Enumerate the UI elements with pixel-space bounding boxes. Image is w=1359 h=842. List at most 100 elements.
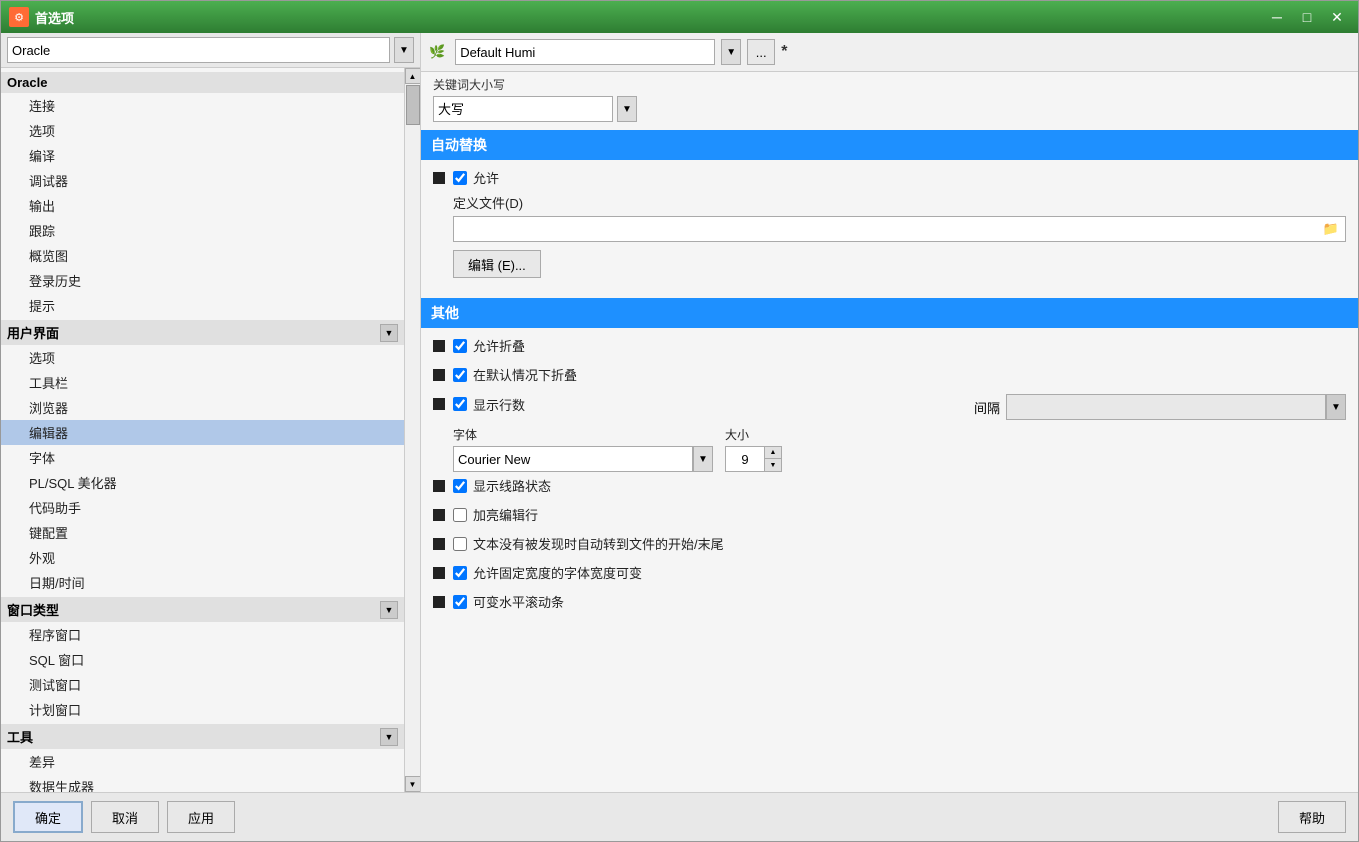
size-down-button[interactable]: ▼ [765,459,781,471]
allow-content: 允许 定义文件(D) 📁 编辑 (E)... [453,168,1346,286]
tree-item-overview[interactable]: 概览图 [1,243,404,268]
wintype-section-collapse[interactable]: ▼ [380,601,398,619]
tree-item-login-history[interactable]: 登录历史 [1,268,404,293]
tree-item-key-config[interactable]: 键配置 [1,520,404,545]
tree-item-debugger[interactable]: 调试器 [1,168,404,193]
scrollbar-checkbox[interactable] [453,595,467,609]
show-line-status-checkbox[interactable] [453,479,467,493]
scrollbar-row: 可变水平滚动条 [433,592,1346,617]
font-select-arrow[interactable]: ▼ [693,446,713,472]
tree-item-compile[interactable]: 编译 [1,143,404,168]
case-select-arrow[interactable]: ▼ [617,96,637,122]
minimize-button[interactable]: ─ [1264,7,1290,27]
size-input[interactable] [725,446,765,472]
highlight-edit-indicator [433,509,445,521]
show-lines-indicator [433,398,445,410]
window-title: 首选项 [35,8,1264,27]
ok-button[interactable]: 确定 [13,801,83,833]
tree-item-code-assistant[interactable]: 代码助手 [1,495,404,520]
tree-item-test-window[interactable]: 测试窗口 [1,672,404,697]
maximize-button[interactable]: □ [1294,7,1320,27]
def-file-input[interactable] [458,222,1321,237]
oracle-section-label: Oracle [7,75,47,90]
profile-dropdown-arrow[interactable]: ▼ [721,39,741,65]
tree-item-connect[interactable]: 连接 [1,93,404,118]
size-spinner: ▲ ▼ [725,446,782,472]
ui-section-collapse[interactable]: ▼ [380,324,398,342]
section-header-tools[interactable]: 工具 ▼ [1,724,404,749]
font-select[interactable]: Courier New [453,446,693,472]
main-content: Oracle ▼ Oracle 连接 选项 编译 调试器 [1,33,1358,792]
section-header-ui[interactable]: 用户界面 ▼ [1,320,404,345]
help-button[interactable]: 帮助 [1278,801,1346,833]
scrollbar-indicator [433,596,445,608]
file-browse-button[interactable]: 📁 [1321,219,1341,239]
scroll-up-button[interactable]: ▲ [405,68,421,84]
apply-button[interactable]: 应用 [167,801,235,833]
fold-checkbox-row: 允许折叠 [453,336,1346,355]
variable-width-checkbox[interactable] [453,566,467,580]
tree-item-prog-window[interactable]: 程序窗口 [1,622,404,647]
section-header-oracle[interactable]: Oracle [1,72,404,93]
dots-button[interactable]: ... [747,39,775,65]
size-up-button[interactable]: ▲ [765,447,781,459]
tree-item-hint[interactable]: 提示 [1,293,404,318]
profile-dropdown[interactable]: Default Humi [455,39,715,65]
interval-select[interactable] [1006,394,1326,420]
left-panel: Oracle ▼ Oracle 连接 选项 编译 调试器 [1,33,421,792]
tree-item-sql-window[interactable]: SQL 窗口 [1,647,404,672]
allow-fold-checkbox[interactable] [453,339,467,353]
def-file-input-row: 📁 [453,216,1346,242]
left-scrollbar: ▲ ▼ [404,68,420,792]
tree-item-ui-options[interactable]: 选项 [1,345,404,370]
auto-wrap-checkbox[interactable] [453,537,467,551]
show-lines-checkbox[interactable] [453,397,467,411]
fold-default-checkbox-row: 在默认情况下折叠 [453,365,1346,384]
variable-width-row: 允许固定宽度的字体宽度可变 [433,563,1346,588]
right-panel-header: 🌿 Default Humi ▼ ... * [421,33,1358,72]
auto-wrap-row: 文本没有被发现时自动转到文件的开始/末尾 [433,534,1346,559]
tree-item-editor[interactable]: 编辑器 [1,420,404,445]
scroll-down-button[interactable]: ▼ [405,776,421,792]
close-button[interactable]: ✕ [1324,7,1350,27]
left-panel-header: Oracle ▼ [1,33,420,68]
tree-item-appearance[interactable]: 外观 [1,545,404,570]
size-label: 大小 [725,426,782,443]
allow-label: 允许 [473,168,499,187]
auto-replace-section: 允许 定义文件(D) 📁 编辑 (E)... [421,160,1358,298]
title-bar-controls: ─ □ ✕ [1264,7,1350,27]
scrollbar-label: 可变水平滚动条 [473,592,564,611]
section-header-wintype[interactable]: 窗口类型 ▼ [1,597,404,622]
cancel-button[interactable]: 取消 [91,801,159,833]
show-lines-display-row: 显示行数 间隔 ▼ [453,394,1346,420]
tree-item-beautifier[interactable]: PL/SQL 美化器 [1,470,404,495]
tree-item-trace[interactable]: 跟踪 [1,218,404,243]
tree-item-diff[interactable]: 差异 [1,749,404,774]
tools-section-collapse[interactable]: ▼ [380,728,398,746]
case-select-row: 大写 小写 首字母大写 保持不变 ▼ [433,96,1346,122]
show-lines-content: 显示行数 间隔 ▼ 字体 [453,394,1346,472]
edit-button[interactable]: 编辑 (E)... [453,250,541,278]
tree-item-datetime[interactable]: 日期/时间 [1,570,404,595]
bottom-bar: 确定 取消 应用 帮助 [1,792,1358,841]
interval-label: 间隔 [974,398,1000,417]
tree-item-toolbar[interactable]: 工具栏 [1,370,404,395]
tree-section-ui: 用户界面 ▼ 选项 工具栏 浏览器 编辑器 字体 PL/SQL 美化器 代码助手… [1,320,404,595]
tree-item-output[interactable]: 输出 [1,193,404,218]
case-select[interactable]: 大写 小写 首字母大写 保持不变 [433,96,613,122]
tree-item-data-gen[interactable]: 数据生成器 [1,774,404,792]
highlight-edit-label: 加亮编辑行 [473,505,538,524]
tree-item-browser[interactable]: 浏览器 [1,395,404,420]
tree-item-font[interactable]: 字体 [1,445,404,470]
scroll-thumb[interactable] [406,85,420,125]
interval-select-arrow[interactable]: ▼ [1326,394,1346,420]
highlight-edit-content: 加亮编辑行 [453,505,1346,530]
fold-default-checkbox[interactable] [453,368,467,382]
allow-checkbox[interactable] [453,171,467,185]
tree-item-options[interactable]: 选项 [1,118,404,143]
auto-wrap-checkbox-row: 文本没有被发现时自动转到文件的开始/末尾 [453,534,1346,553]
highlight-edit-checkbox[interactable] [453,508,467,522]
oracle-dropdown-arrow[interactable]: ▼ [394,37,414,63]
tree-item-plan-window[interactable]: 计划窗口 [1,697,404,722]
oracle-dropdown[interactable]: Oracle [7,37,390,63]
